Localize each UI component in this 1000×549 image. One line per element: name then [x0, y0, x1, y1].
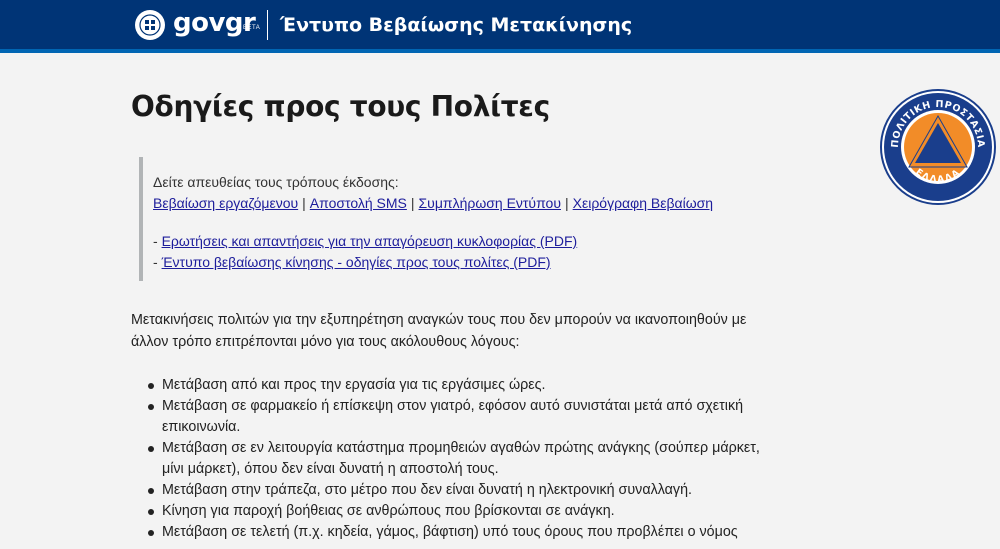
callout-spacer	[153, 214, 739, 231]
doc-prefix: -	[153, 254, 162, 270]
link-separator: |	[565, 195, 569, 211]
page-title: Οδηγίες προς τους Πολίτες	[131, 90, 550, 123]
link-separator: |	[410, 195, 415, 211]
link-fill-form[interactable]: Συμπλήρωση Εντύπου	[419, 195, 561, 211]
civil-protection-logo: ΠΟΛΙΤΙΚΗ ΠΡΟΣΤΑΣΙΑ ΕΛΛΑΔΑ	[878, 87, 998, 207]
site-header: govgr BETA Έντυπο Βεβαίωσης Μετακίνησης	[0, 0, 1000, 53]
list-item: Κίνηση για παροχή βοήθειας σε ανθρώπους …	[148, 501, 768, 522]
intro-paragraph: Μετακινήσεις πολιτών για την εξυπηρέτηση…	[131, 312, 747, 350]
link-handwritten[interactable]: Χειρόγραφη Βεβαίωση	[573, 195, 713, 211]
site-title[interactable]: Έντυπο Βεβαίωσης Μετακίνησης	[280, 13, 632, 37]
issuance-methods-callout: Δείτε απευθείας τους τρόπους έκδοσης: Βε…	[139, 157, 739, 281]
doc-prefix: -	[153, 233, 162, 249]
header-divider	[267, 10, 268, 40]
list-item: Μετάβαση στην τράπεζα, στο μέτρο που δεν…	[148, 480, 768, 501]
link-instructions-pdf[interactable]: Έντυπο βεβαίωσης κίνησης - οδηγίες προς …	[162, 254, 551, 270]
greek-emblem-icon[interactable]	[135, 10, 165, 40]
govgr-logo[interactable]: govgr	[173, 8, 256, 38]
callout-intro: Δείτε απευθείας τους τρόπους έκδοσης:	[153, 174, 399, 190]
issuance-links: Βεβαίωση εργαζόμενου | Αποστολή SMS | Συμπλή…	[153, 193, 739, 214]
doc-line-faq: - Ερωτήσεις και απαντήσεις για την απαγό…	[153, 231, 739, 252]
beta-badge: BETA	[243, 25, 261, 31]
link-employee-certificate[interactable]: Βεβαίωση εργαζόμενου	[153, 195, 298, 211]
list-item: Μετάβαση από και προς την εργασία για τι…	[148, 375, 768, 396]
list-item: Μετάβαση σε εν λειτουργία κατάστημα προμ…	[148, 438, 768, 480]
list-item: Μετάβαση σε φαρμακείο ή επίσκεψη στον γι…	[148, 396, 768, 438]
link-faq-pdf[interactable]: Ερωτήσεις και απαντήσεις για την απαγόρε…	[162, 233, 578, 249]
link-separator: |	[302, 195, 306, 211]
reasons-list: Μετάβαση από και προς την εργασία για τι…	[148, 375, 768, 543]
doc-line-instructions: - Έντυπο βεβαίωσης κίνησης - οδηγίες προ…	[153, 252, 739, 273]
list-item: Μετάβαση σε τελετή (π.χ. κηδεία, γάμος, …	[148, 522, 768, 543]
link-sms[interactable]: Αποστολή SMS	[310, 195, 407, 211]
